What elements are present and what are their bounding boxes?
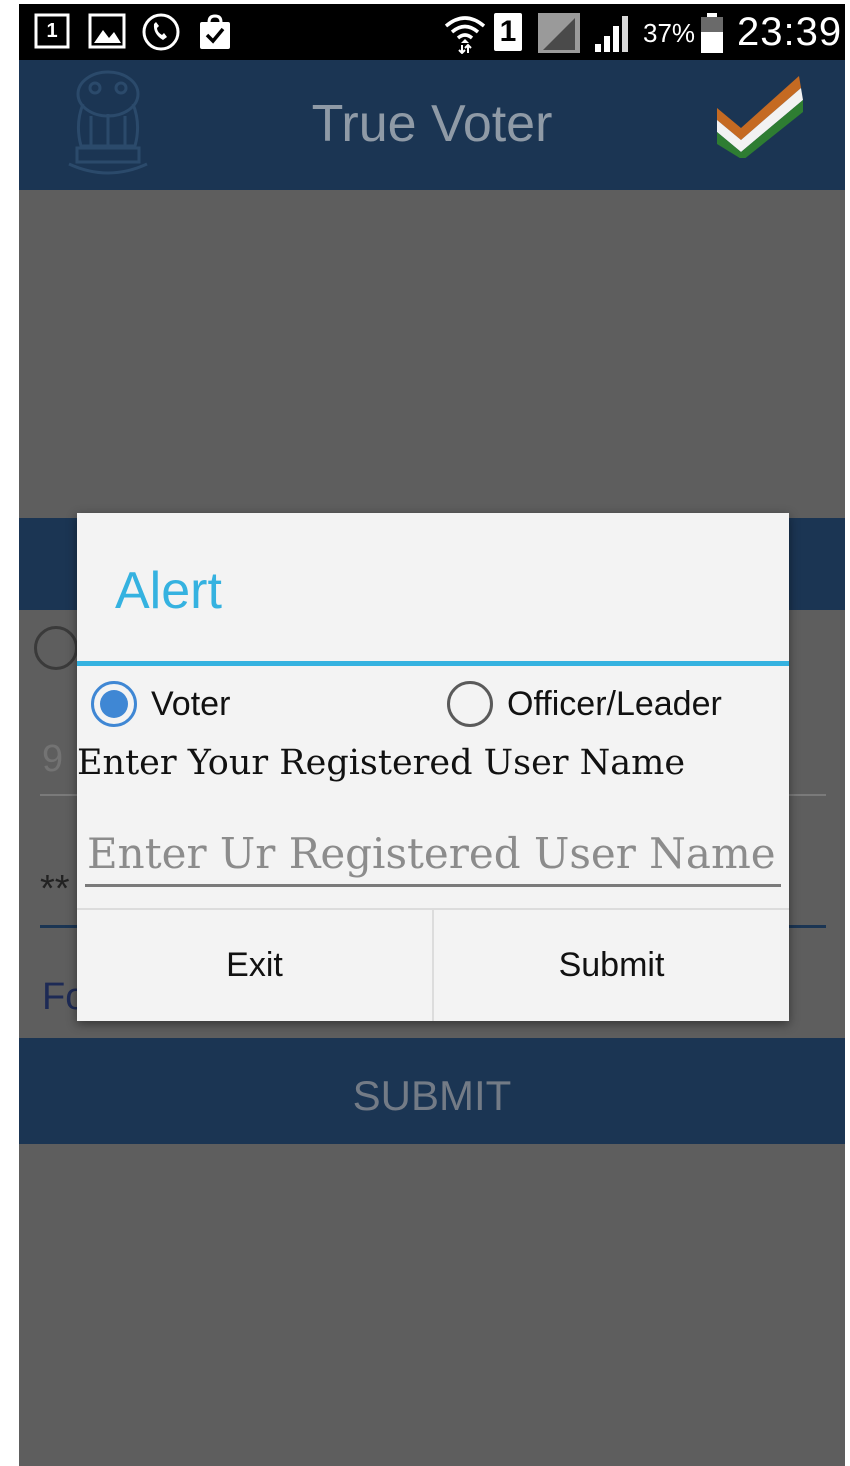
notification-count: 1 xyxy=(46,19,58,42)
voter-radio-option[interactable]: Voter xyxy=(91,677,230,731)
call-icon xyxy=(141,12,181,52)
voter-radio-button[interactable] xyxy=(91,681,137,727)
dialog-title: Alert xyxy=(115,562,222,620)
registered-username-input[interactable] xyxy=(85,823,781,887)
battery-percent: 37% xyxy=(643,18,696,48)
sim-1-icon: 1 xyxy=(493,12,523,52)
officer-leader-radio-label: Officer/Leader xyxy=(507,684,722,723)
voter-radio-label: Voter xyxy=(151,684,231,723)
wifi-icon xyxy=(443,12,487,54)
dialog-title-divider xyxy=(77,661,789,666)
sim-slot-number: 1 xyxy=(499,15,517,48)
background-radio-button xyxy=(34,626,78,670)
background-submit-button: SUBMIT xyxy=(19,1038,845,1144)
officer-leader-radio-button[interactable] xyxy=(447,681,493,727)
submit-button[interactable]: Submit xyxy=(434,910,789,1021)
battery-icon xyxy=(699,12,725,54)
shopping-bag-check-icon xyxy=(195,12,235,52)
app-bar: True Voter xyxy=(19,60,845,190)
notification-count-icon: 1 xyxy=(33,12,71,50)
exit-button[interactable]: Exit xyxy=(77,910,432,1021)
clock: 23:39 xyxy=(737,10,843,54)
image-icon xyxy=(87,12,127,50)
signal-icon xyxy=(591,12,635,54)
status-bar: 1 1 37% 23:39 xyxy=(19,4,845,60)
background-password-field: ** xyxy=(40,868,70,910)
username-prompt: Enter Your Registered User Name xyxy=(77,743,686,783)
officer-leader-radio-option[interactable]: Officer/Leader xyxy=(447,677,722,731)
background-submit-label: SUBMIT xyxy=(352,1072,512,1119)
alert-dialog: Alert Voter Officer/Leader Enter Your Re… xyxy=(77,513,789,1021)
mobile-data-icon xyxy=(537,12,581,54)
tricolor-check-logo-icon xyxy=(711,74,807,160)
background-username-field-hint: 9 xyxy=(42,738,64,780)
